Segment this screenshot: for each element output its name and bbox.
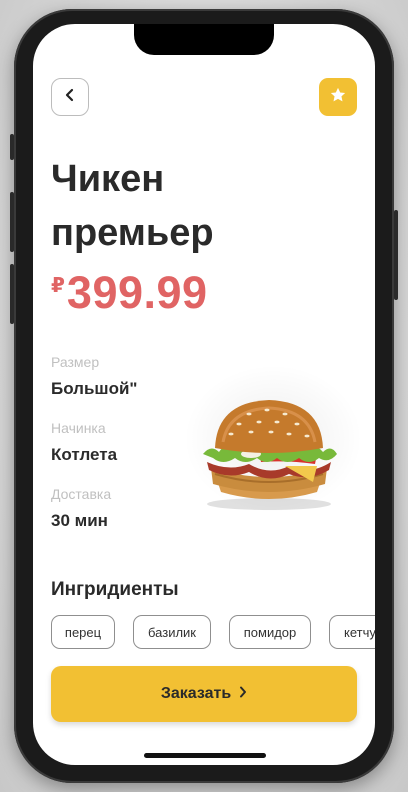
home-indicator[interactable]: [144, 753, 266, 758]
chevron-left-icon: [64, 88, 76, 107]
ingredient-chip-basil[interactable]: базилик: [133, 615, 211, 649]
ingredients-list: перец базилик помидор кетчуп: [51, 615, 375, 649]
mute-switch: [10, 134, 14, 160]
volume-down-button: [10, 264, 14, 324]
ingredients-title: Ингридиенты: [51, 579, 179, 600]
ingredient-chip-tomato[interactable]: помидор: [229, 615, 311, 649]
star-icon: [329, 86, 347, 109]
spec-label-delivery: Доставка: [51, 486, 112, 502]
burger-image: [203, 400, 337, 510]
price: ₽ 399.99: [51, 267, 208, 319]
ingredient-chip-pepper[interactable]: перец: [51, 615, 115, 649]
app-screen: Чикен премьер ₽ 399.99 Размер Большой" Н…: [33, 24, 375, 765]
order-button[interactable]: Заказать: [51, 666, 357, 722]
spec-label-size: Размер: [51, 354, 100, 370]
chevron-right-icon: [239, 685, 247, 703]
favorite-button[interactable]: [319, 78, 357, 116]
order-button-label: Заказать: [160, 685, 232, 702]
spec-value-size: Большой": [51, 379, 138, 398]
power-button: [394, 210, 398, 300]
spec-value-filling: Котлета: [51, 445, 118, 464]
currency-symbol: ₽: [51, 275, 65, 297]
product-title: Чикен премьер: [51, 152, 281, 260]
notch: [134, 24, 274, 55]
spec-label-filling: Начинка: [51, 420, 106, 436]
product-title-line1: Чикен: [51, 158, 165, 200]
volume-up-button: [10, 192, 14, 252]
ingredient-chip-ketchup[interactable]: кетчуп: [329, 615, 375, 649]
price-value: 399.99: [66, 267, 208, 318]
back-button[interactable]: [51, 78, 89, 116]
product-title-line2: премьер: [51, 212, 214, 254]
spec-value-delivery: 30 мин: [51, 511, 108, 530]
